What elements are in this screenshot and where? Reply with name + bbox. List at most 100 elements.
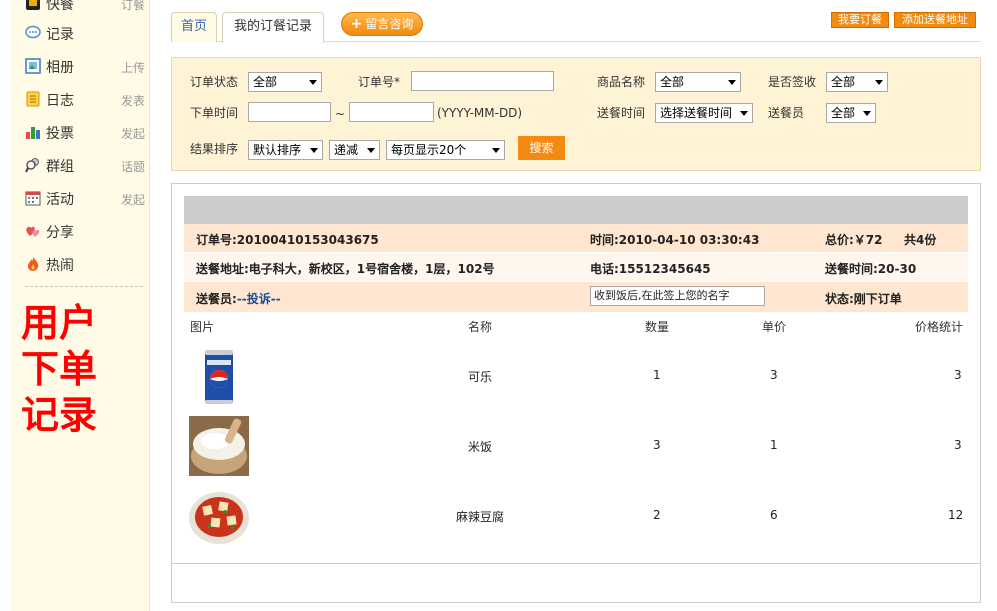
item-name: 麻辣豆腐 xyxy=(456,510,505,524)
order-no-input[interactable] xyxy=(411,71,554,91)
search-button[interactable]: 搜索 xyxy=(518,136,565,160)
sidebar: 快餐 订餐 记录 相册 上传 日志 发表 投票 发起 群组 话题 活动 发起 分… xyxy=(11,0,150,611)
chevron-down-icon xyxy=(875,80,883,85)
chevron-down-icon xyxy=(310,148,318,153)
order-date-to-input[interactable] xyxy=(349,102,434,122)
delivery-time-value: 选择送餐时间 xyxy=(660,106,733,120)
sidebar-item-label: 快餐 xyxy=(46,0,74,13)
item-unit-price: 1 xyxy=(770,438,778,452)
sidebar-item-album[interactable]: 相册 上传 xyxy=(25,55,145,77)
order-info-row: 订单号:20100410153043675 时间:2010-04-10 03:3… xyxy=(184,224,968,252)
sidebar-item-journal[interactable]: 日志 发表 xyxy=(25,88,145,110)
order-no-label: 订单号* xyxy=(358,75,401,89)
order-header-bar xyxy=(184,196,968,224)
mapo-tofu-image xyxy=(189,486,249,546)
plus-icon: + xyxy=(350,16,363,32)
sidebar-item-label: 记录 xyxy=(46,27,74,43)
sidebar-item-hot[interactable]: 热闹 xyxy=(25,253,145,275)
item-quantity: 1 xyxy=(653,368,661,382)
fire-icon xyxy=(28,257,39,271)
sidebar-item-vote[interactable]: 投票 发起 xyxy=(25,121,145,143)
sidebar-item-label: 分享 xyxy=(46,225,74,241)
order-time-label: 下单时间 xyxy=(190,106,239,120)
photo-album-icon xyxy=(25,58,41,74)
date-format-hint: (YYYY-MM-DD) xyxy=(437,106,523,120)
column-header-quantity: 数量 xyxy=(645,320,670,334)
calendar-icon xyxy=(25,191,41,206)
chat-bubble-icon xyxy=(25,25,41,39)
sidebar-action-link[interactable]: 话题 xyxy=(121,158,145,175)
sidebar-item-records[interactable]: 记录 xyxy=(25,22,145,44)
add-address-button[interactable]: 添加送餐地址 xyxy=(894,12,976,28)
fast-food-icon xyxy=(26,0,40,10)
sidebar-action-link[interactable]: 发起 xyxy=(121,191,145,208)
item-subtotal: 3 xyxy=(954,368,962,382)
sidebar-action-link[interactable]: 发表 xyxy=(121,92,145,109)
table-footer-divider xyxy=(172,563,980,564)
sidebar-action-link[interactable]: 上传 xyxy=(121,59,145,76)
delivery-time: 送餐时间:20-30 xyxy=(825,262,917,276)
order-meal-button[interactable]: 我要订餐 xyxy=(831,12,889,28)
order-number: 订单号:20100410153043675 xyxy=(196,233,379,247)
product-name-value: 全部 xyxy=(660,75,685,89)
item-quantity: 3 xyxy=(653,438,661,452)
promo-line: 用户 xyxy=(21,301,98,345)
item-quantity: 2 xyxy=(653,508,661,522)
sidebar-item-share[interactable]: 分享 xyxy=(25,220,145,242)
chevron-down-icon xyxy=(863,111,871,116)
contact-phone: 电话:15512345645 xyxy=(590,262,711,276)
order-detail-box: 订单号:20100410153043675 时间:2010-04-10 03:3… xyxy=(171,183,981,603)
table-row: 麻辣豆腐 2 6 12 xyxy=(184,484,968,548)
sort-direction-select[interactable]: 递减 xyxy=(329,140,380,160)
order-status-select[interactable]: 全部 xyxy=(248,72,322,92)
table-row: 可乐 1 3 3 xyxy=(184,344,968,408)
signature-input[interactable]: 收到饭后,在此签上您的名字 xyxy=(590,286,765,306)
complain-link[interactable]: --投诉-- xyxy=(237,292,281,306)
sidebar-item-events[interactable]: 活动 发起 xyxy=(25,187,145,209)
delivery-address: 送餐地址:电子科大，新校区，1号宿舍楼，1层，102号 xyxy=(196,262,495,276)
chevron-down-icon xyxy=(367,148,375,153)
sidebar-item-label: 活动 xyxy=(46,192,74,208)
tab-home[interactable]: 首页 xyxy=(171,12,217,42)
promo-banner: 用户 下单 记录 xyxy=(21,300,121,438)
promo-line: 下单 xyxy=(21,347,98,391)
courier-select[interactable]: 全部 xyxy=(826,103,876,123)
sidebar-action-link[interactable]: 发起 xyxy=(121,125,145,142)
promo-line: 记录 xyxy=(21,393,98,437)
sidebar-item-fast-food[interactable]: 快餐 订餐 xyxy=(25,0,145,14)
sort-label: 结果排序 xyxy=(190,142,239,156)
item-unit-price: 6 xyxy=(770,508,778,522)
sort-field-select[interactable]: 默认排序 xyxy=(248,140,323,160)
chevron-down-icon xyxy=(309,80,317,85)
sidebar-item-label: 日志 xyxy=(46,93,74,109)
product-name-label: 商品名称 xyxy=(597,75,646,89)
chevron-down-icon xyxy=(492,148,500,153)
item-subtotal: 3 xyxy=(954,438,962,452)
tab-my-orders[interactable]: 我的订餐记录 xyxy=(222,12,324,43)
hearts-icon xyxy=(26,226,40,237)
filter-panel: 订单状态 全部 订单号* 商品名称 全部 是否签收 全部 下单时间 ~ (YYY… xyxy=(171,57,981,171)
sidebar-action-link[interactable]: 订餐 xyxy=(121,0,145,13)
order-status-value: 全部 xyxy=(253,75,278,89)
chevron-down-icon xyxy=(728,80,736,85)
sidebar-divider xyxy=(25,286,143,287)
column-header-subtotal: 价格统计 xyxy=(915,320,964,334)
courier-info: 送餐员:--投诉-- xyxy=(196,290,281,307)
sidebar-item-label: 投票 xyxy=(46,126,74,142)
message-consult-button[interactable]: + 留言咨询 xyxy=(341,12,423,36)
delivery-time-select[interactable]: 选择送餐时间 xyxy=(655,103,753,123)
order-time: 时间:2010-04-10 03:30:43 xyxy=(590,233,760,247)
page-size-select[interactable]: 每页显示20个 xyxy=(386,140,505,160)
order-date-from-input[interactable] xyxy=(248,102,331,122)
signed-select[interactable]: 全部 xyxy=(826,72,888,92)
sort-field-value: 默认排序 xyxy=(253,143,302,157)
sidebar-item-group[interactable]: 群组 话题 xyxy=(25,154,145,176)
item-subtotal: 12 xyxy=(948,508,964,522)
item-unit-price: 3 xyxy=(770,368,778,382)
product-name-select[interactable]: 全部 xyxy=(655,72,741,92)
order-total: 总价:￥72 xyxy=(825,233,883,247)
sort-direction-value: 递减 xyxy=(334,143,359,157)
table-row: 米饭 3 1 3 xyxy=(184,414,968,478)
column-header-image: 图片 xyxy=(190,320,215,334)
date-range-separator: ~ xyxy=(335,107,346,121)
